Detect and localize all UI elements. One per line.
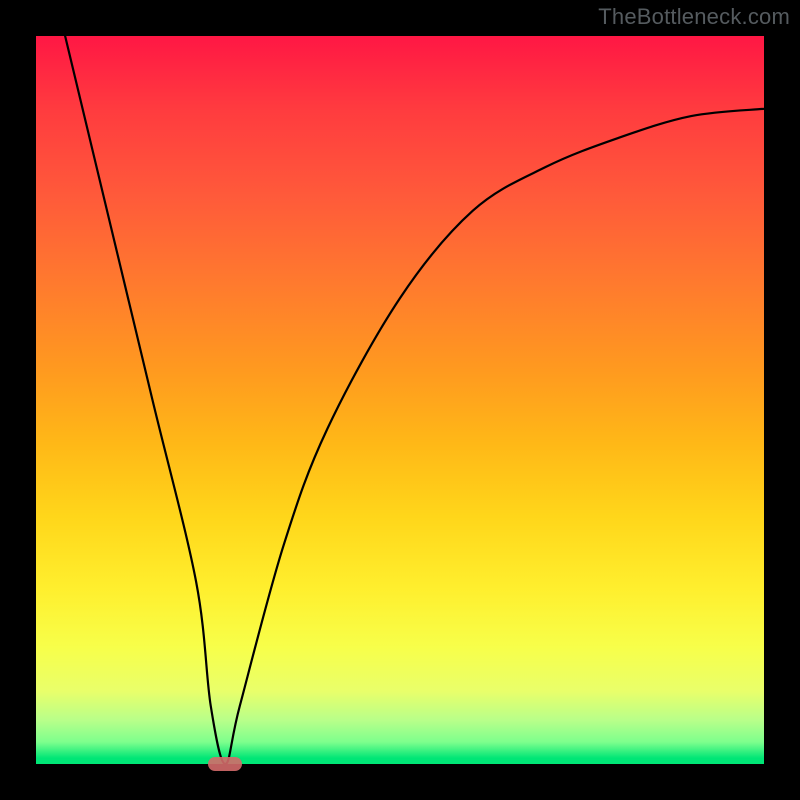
- watermark-text: TheBottleneck.com: [598, 4, 790, 30]
- plot-area: [36, 36, 764, 764]
- bottleneck-curve-path: [65, 36, 764, 764]
- chart-container: TheBottleneck.com: [0, 0, 800, 800]
- bottleneck-curve: [36, 36, 764, 764]
- optimal-point-marker: [208, 757, 242, 771]
